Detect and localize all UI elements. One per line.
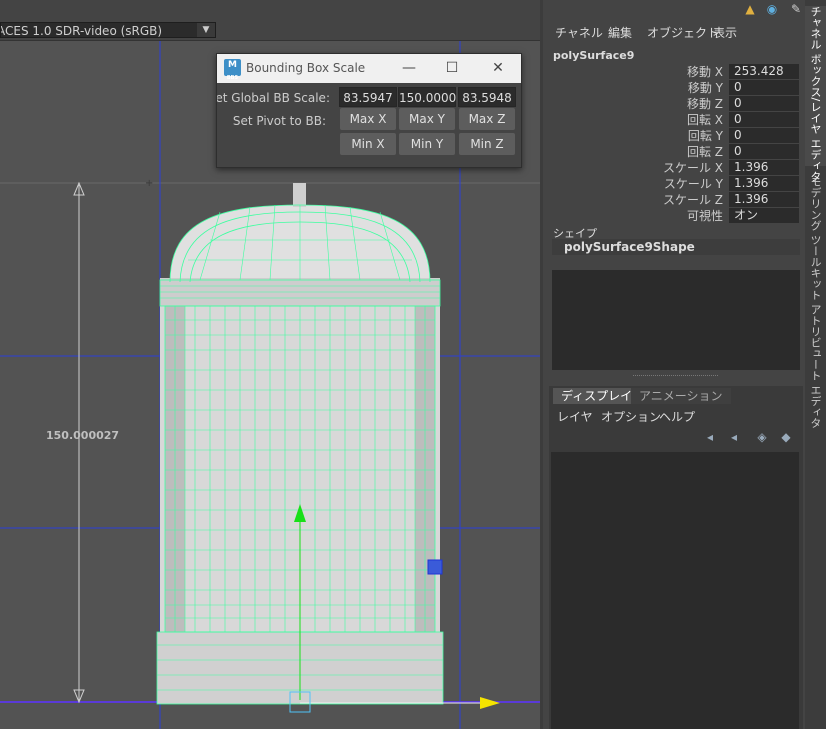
tool-settings-icon[interactable]: ✎ xyxy=(789,2,803,16)
menu-edit[interactable]: 編集 xyxy=(608,24,632,41)
layer-down-icon[interactable]: ◂ xyxy=(727,430,741,444)
tab-attribute-editor[interactable]: アトリビュート エディタ xyxy=(805,304,826,429)
attr-label[interactable]: 回転 X xyxy=(687,111,723,128)
attr-value[interactable]: オン xyxy=(729,208,799,223)
attr-value[interactable]: 1.396 xyxy=(729,160,799,175)
attr-value[interactable]: 0 xyxy=(729,128,799,143)
attr-label[interactable]: 可視性 xyxy=(687,207,723,224)
object-name[interactable]: polySurface9 xyxy=(553,49,634,62)
attr-label[interactable]: 回転 Y xyxy=(688,127,723,144)
tab-animation[interactable]: アニメーション xyxy=(631,388,731,404)
channel-empty-area xyxy=(552,270,800,370)
attr-label[interactable]: 移動 Y xyxy=(688,79,723,96)
menu-help[interactable]: ヘルプ xyxy=(659,408,695,425)
layer-list[interactable] xyxy=(551,452,799,729)
bounding-box-scale-window[interactable]: M BBS Bounding Box Scale — ☐ ✕ Set Global… xyxy=(216,53,522,168)
viewport-toolbar: ACES 1.0 SDR-video (sRGB) ▼ xyxy=(0,20,540,41)
tab-modeling-toolkit[interactable]: モデリング ツールキット xyxy=(805,176,826,301)
color-space-value: ACES 1.0 SDR-video (sRGB) xyxy=(0,24,163,38)
attr-label[interactable]: 回転 Z xyxy=(687,143,723,160)
pivot-row: Set Pivot to BB: xyxy=(217,110,339,132)
tab-display[interactable]: ディスプレイ xyxy=(553,388,641,404)
dimension-label: 150.000027 xyxy=(46,429,120,442)
attr-value[interactable]: 1.396 xyxy=(729,192,799,207)
new-layer-selected-icon[interactable]: ◆ xyxy=(779,430,793,444)
menu-channel[interactable]: チャネル xyxy=(555,24,603,41)
maya-logo-icon: M BBS xyxy=(224,59,241,81)
attr-label[interactable]: 移動 X xyxy=(687,63,723,80)
min-y-button[interactable]: Min Y xyxy=(399,133,455,155)
attr-value[interactable]: 0 xyxy=(729,112,799,127)
menu-options[interactable]: オプション xyxy=(601,408,661,425)
window-title: Bounding Box Scale xyxy=(246,61,366,75)
menu-object[interactable]: オブジェクト xyxy=(647,24,719,41)
attr-value[interactable]: 253.428 xyxy=(729,64,799,79)
attr-value[interactable]: 0 xyxy=(729,96,799,111)
new-layer-icon[interactable]: ◈ xyxy=(755,430,769,444)
min-z-button[interactable]: Min Z xyxy=(459,133,515,155)
max-z-button[interactable]: Max Z xyxy=(459,108,515,130)
layer-up-icon[interactable]: ◂ xyxy=(703,430,717,444)
set-pivot-label: Set Pivot to BB: xyxy=(232,114,326,128)
attr-label[interactable]: スケール Y xyxy=(664,175,723,192)
layer-editor: ディスプレイ アニメーション レイヤ オプション ヘルプ ◂ ◂ ◈ ◆ xyxy=(549,386,803,729)
tab-channel-box-layer-editor[interactable]: チャネル ボックス/レイヤ エディタ xyxy=(805,6,826,182)
attr-label[interactable]: 移動 Z xyxy=(687,95,723,112)
attr-value[interactable]: 0 xyxy=(729,144,799,159)
shape-name[interactable]: polySurface9Shape xyxy=(552,239,800,255)
window-titlebar[interactable]: M BBS Bounding Box Scale — ☐ ✕ xyxy=(217,54,521,83)
scale-x-field[interactable]: 83.5947 xyxy=(339,87,397,107)
dimension-arrow xyxy=(73,181,85,704)
scale-y-field[interactable]: 150.0000 xyxy=(398,87,456,107)
channel-box-panel: ▲ ◉ ✎ チャネル 編集 オブジェクト 表示 polySurface9 移動 … xyxy=(543,0,805,729)
maximize-button[interactable]: ☐ xyxy=(441,58,463,78)
chevron-down-icon: ▼ xyxy=(197,23,215,37)
attr-value[interactable]: 1.396 xyxy=(729,176,799,191)
scale-z-field[interactable]: 83.5948 xyxy=(458,87,516,107)
splitter-handle[interactable] xyxy=(633,375,718,378)
attr-label[interactable]: スケール X xyxy=(663,159,723,176)
menu-display[interactable]: 表示 xyxy=(713,24,737,41)
menu-layers[interactable]: レイヤ xyxy=(557,408,593,425)
vertical-tab-bar: チャネル ボックス/レイヤ エディタ モデリング ツールキット アトリビュート … xyxy=(805,0,826,729)
min-x-button[interactable]: Min X xyxy=(340,133,396,155)
minimize-button[interactable]: — xyxy=(398,58,420,78)
color-space-select[interactable]: ACES 1.0 SDR-video (sRGB) ▼ xyxy=(0,22,216,38)
set-global-label: Set Global BB Scale: xyxy=(216,91,330,105)
svg-text:+: + xyxy=(145,178,153,189)
attr-label[interactable]: スケール Z xyxy=(663,191,723,208)
max-y-button[interactable]: Max Y xyxy=(399,108,455,130)
global-scale-row: Set Global BB Scale: xyxy=(217,87,339,109)
max-x-button[interactable]: Max X xyxy=(340,108,396,130)
attr-value[interactable]: 0 xyxy=(729,80,799,95)
attribute-icon[interactable]: ◉ xyxy=(765,2,779,16)
close-button[interactable]: ✕ xyxy=(487,58,509,78)
channel-box-icon[interactable]: ▲ xyxy=(743,2,757,16)
